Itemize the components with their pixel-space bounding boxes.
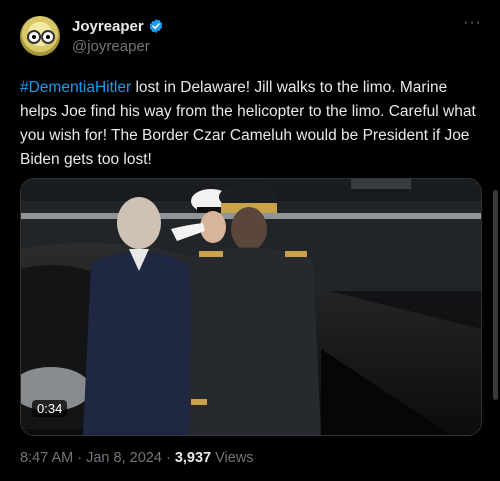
views-count: 3,937 [174,450,212,466]
author-name[interactable]: Joyreaper [72,18,144,35]
post-text: #DementiaHitler lost in Delaware! Jill w… [20,76,480,172]
video-frame [21,179,481,435]
avatar-eye-left [27,30,41,44]
scrollbar-thumb[interactable] [493,190,498,400]
video-duration: 0:34 [32,400,68,417]
post-date[interactable]: Jan 8, 2024 [86,450,162,466]
avatar-eye-right [41,30,55,44]
hashtag-link[interactable]: #DementiaHitler [20,79,131,96]
scrollbar[interactable] [484,0,500,481]
verified-badge-icon [149,19,163,33]
avatar[interactable] [20,16,60,56]
more-horizontal-icon[interactable]: ··· [463,14,482,32]
tweet: Joyreaper @joyreaper ··· #DementiaHitler… [0,0,484,481]
post-time[interactable]: 8:47 AM [20,450,73,466]
author-handle[interactable]: @joyreaper [72,38,150,55]
post-meta: 8:47 AM · Jan 8, 2024 · 3,937 Views [20,450,254,466]
video-player[interactable]: 0:34 [20,178,482,436]
meta-separator: · [165,450,171,466]
meta-separator: · [77,450,83,466]
views-label: Views [215,450,254,466]
